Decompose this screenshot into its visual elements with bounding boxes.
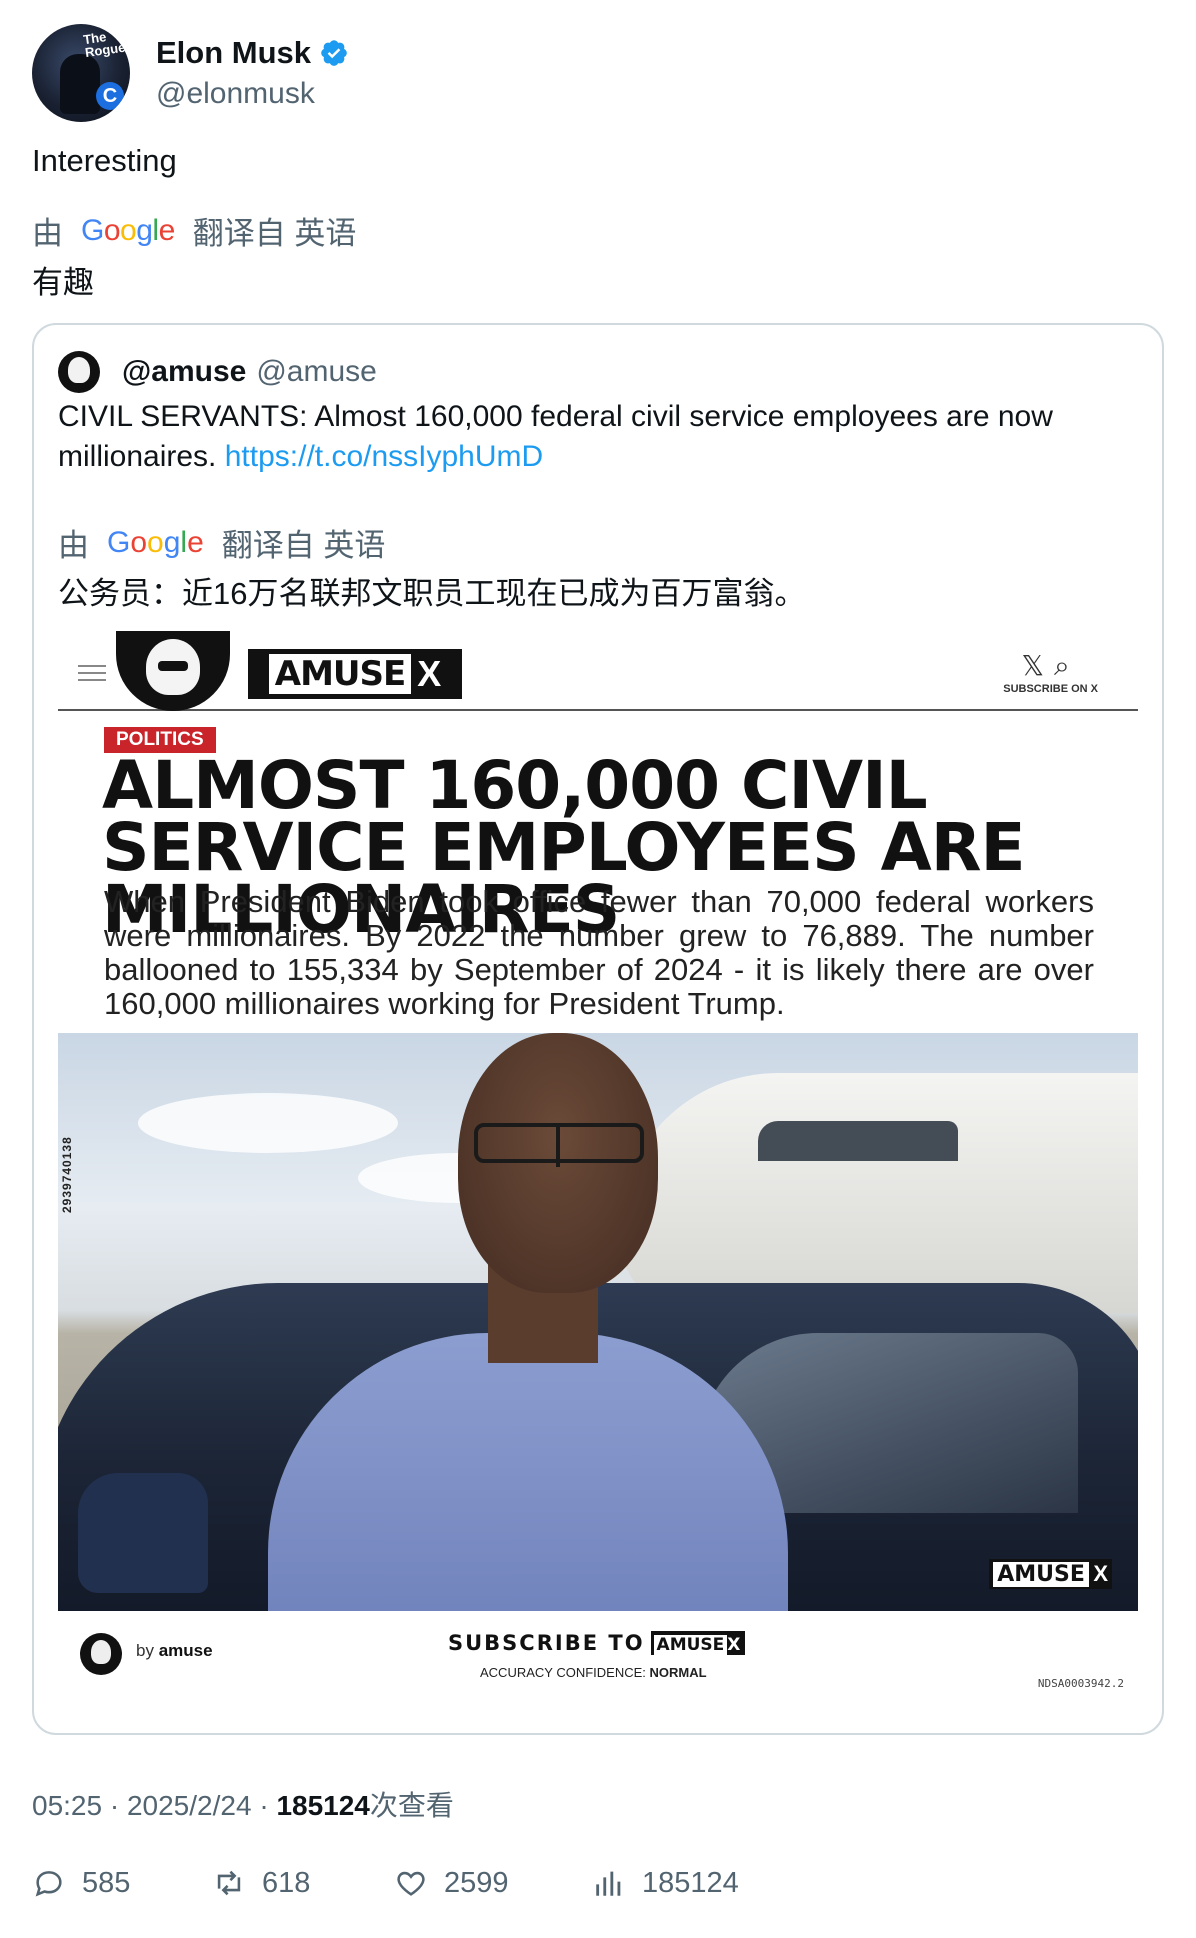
cloud <box>138 1093 398 1153</box>
menu-icon <box>78 665 106 686</box>
tweet-text: Interesting <box>32 143 177 178</box>
repost-count: 618 <box>262 1866 311 1899</box>
by-avatar <box>80 1633 122 1675</box>
subscribe-logo: AMUSE X <box>650 1631 746 1655</box>
translate-prefix: 由 <box>32 216 63 251</box>
watermark-text: AMUSE <box>993 1562 1089 1587</box>
meta-separator: · <box>109 1790 120 1821</box>
subscribe-logo-text: AMUSE <box>653 1635 728 1655</box>
quote-text: CIVIL SERVANTS: Almost 160,000 federal c… <box>58 397 1148 477</box>
quote-translate-suffix: 翻译自 英语 <box>221 528 386 563</box>
author-name-block: Elon Musk @elonmusk <box>156 35 349 111</box>
accuracy-label: ACCURACY CONFIDENCE: <box>480 1665 646 1680</box>
quote-avatar[interactable] <box>58 351 100 393</box>
author-avatar[interactable]: The Rogue C <box>32 24 130 122</box>
like-button[interactable]: 2599 <box>394 1866 509 1900</box>
jet-cockpit <box>758 1121 958 1161</box>
reply-icon <box>35 1871 62 1897</box>
by-name: amuse <box>158 1641 213 1660</box>
watermark-x: X <box>1093 1561 1108 1586</box>
quote-author-name[interactable]: @amuse <box>122 355 246 389</box>
card-top-icons: 𝕏⌕ SUBSCRIBE ON X <box>1003 649 1098 695</box>
avatar-badge: C <box>96 82 124 110</box>
tweet-time[interactable]: 05:25 <box>32 1790 102 1821</box>
by-line: by amuse <box>136 1641 213 1661</box>
card-body-text: When President Biden took office fewer t… <box>104 884 1094 1021</box>
author-handle[interactable]: @elonmusk <box>156 77 349 111</box>
repost-icon <box>217 1870 241 1896</box>
car-mirror <box>78 1473 208 1593</box>
view-count-label: 次查看 <box>369 1790 454 1821</box>
view-count: 185124 <box>276 1790 370 1821</box>
tweet-meta: 05:25 · 2025/2/24 · 185124次查看 <box>32 1784 454 1824</box>
avatar-tag: The Rogue <box>82 29 127 61</box>
ndsa-code: NDSA0003942.2 <box>1037 1677 1124 1690</box>
avatar-figure <box>60 54 100 114</box>
repost-button[interactable]: 618 <box>212 1866 310 1900</box>
subscribe-label: SUBSCRIBE TO <box>448 1631 645 1655</box>
quote-header: @amuse @amuse <box>58 351 377 393</box>
heart-icon <box>397 1871 425 1896</box>
card-top-bar: AMUSE X 𝕏⌕ SUBSCRIBE ON X <box>58 631 1138 711</box>
quote-author-handle[interactable]: @amuse <box>256 355 377 389</box>
reply-count: 585 <box>82 1866 131 1899</box>
translate-suffix: 翻译自 英语 <box>192 216 357 251</box>
reply-button[interactable]: 585 <box>32 1866 130 1900</box>
translation-attribution: 由 Google 翻译自 英语 <box>32 208 356 253</box>
translated-text: 有趣 <box>32 265 94 300</box>
jet-fuselage <box>618 1073 1138 1313</box>
by-label: by <box>136 1641 154 1660</box>
quoted-tweet[interactable]: @amuse @amuse CIVIL SERVANTS: Almost 160… <box>32 323 1164 1735</box>
amuse-logo: AMUSE X <box>248 649 462 699</box>
analytics-icon <box>596 1871 621 1896</box>
stormtrooper-logo-icon <box>116 631 230 711</box>
quote-link[interactable]: https://t.co/nssIyphUmD <box>225 440 543 473</box>
quote-translate-prefix: 由 <box>58 528 89 563</box>
action-bar: 585 618 2599 185124 <box>32 1866 1164 1914</box>
attached-image[interactable]: AMUSE X 𝕏⌕ SUBSCRIBE ON X POLITICS ALMOS… <box>58 631 1138 1707</box>
views-button[interactable]: 185124 <box>592 1866 739 1900</box>
subscribe-logo-x: X <box>727 1635 743 1655</box>
quote-translated-text: 公务员：近16万名联邦文职员工现在已成为百万富翁。 <box>58 576 806 611</box>
author-name-row: Elon Musk <box>156 35 349 71</box>
views-count: 185124 <box>642 1866 739 1899</box>
subscribe-on-x-label: SUBSCRIBE ON X <box>1003 683 1098 695</box>
accuracy-value: NORMAL <box>649 1665 707 1680</box>
amuse-logo-text: AMUSE <box>268 654 412 694</box>
quote-translation-attribution: 由 Google 翻译自 英语 <box>58 520 385 565</box>
subscribe-banner: SUBSCRIBE TO AMUSE X <box>448 1631 746 1655</box>
amuse-logo-x: X <box>417 653 442 694</box>
quote-body: CIVIL SERVANTS: Almost 160,000 federal c… <box>58 400 1053 473</box>
accuracy-line: ACCURACY CONFIDENCE: NORMAL <box>480 1665 707 1680</box>
like-count: 2599 <box>444 1866 509 1899</box>
card-photo: 2939740138 AMUSE X <box>58 1033 1138 1611</box>
photo-id: 2939740138 <box>60 1136 74 1213</box>
photo-watermark: AMUSE X <box>989 1559 1112 1589</box>
x-and-search-icon: 𝕏⌕ <box>1021 650 1080 681</box>
meta-separator: · <box>259 1790 269 1821</box>
card-footer: by amuse SUBSCRIBE TO AMUSE X ACCURACY CO… <box>58 1611 1138 1707</box>
verified-badge-icon <box>321 40 347 66</box>
tweet-header: The Rogue C Elon Musk @elonmusk <box>32 24 349 122</box>
author-display-name[interactable]: Elon Musk <box>156 35 311 71</box>
google-logo[interactable]: Google <box>81 214 175 248</box>
quote-google-logo[interactable]: Google <box>107 526 204 560</box>
tweet-date[interactable]: 2025/2/24 <box>127 1790 252 1821</box>
glasses <box>474 1123 644 1167</box>
